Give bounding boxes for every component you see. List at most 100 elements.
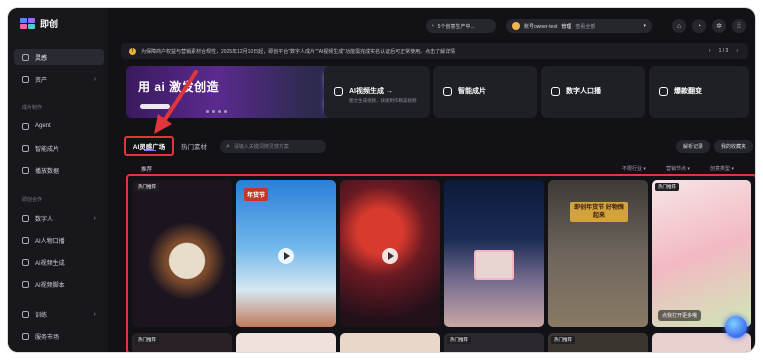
task-progress-button[interactable]: ‹ 5个创意生产中... — [426, 19, 496, 33]
assistant-icon[interactable] — [725, 316, 747, 338]
sidebar-item-label: AI视频脚本 — [35, 282, 65, 289]
gallery-tile[interactable]: 热门推荐 — [548, 333, 648, 352]
gallery-tile[interactable]: 即创年货节 好物囤起来 — [548, 180, 648, 327]
sidebar-section-production: 成片制作 — [22, 105, 43, 111]
gallery-tile[interactable]: 热门推荐 — [132, 333, 232, 352]
sidebar: 即创 灵感 资产 › 成片制作 Agent 智能成片 播放数据 即创合作 数字人 — [8, 8, 108, 352]
warning-icon: ! — [129, 47, 136, 55]
hot-badge: 热门推荐 — [135, 336, 159, 344]
chevron-right-icon[interactable]: › — [736, 48, 738, 54]
shop-icon[interactable]: ⌂ — [672, 19, 686, 33]
play-icon[interactable] — [278, 248, 294, 265]
banner-pagination — [206, 110, 227, 113]
sidebar-item-assets[interactable]: 资产 › — [14, 71, 104, 87]
card-ai-video[interactable]: AI视频生成 → 图文生成视频，快速制作精美视频 — [324, 66, 430, 118]
gallery-tile[interactable] — [236, 333, 336, 352]
gallery-tile[interactable]: 年货节 — [236, 180, 336, 327]
sidebar-item-ai-voice[interactable]: AI人物口播 — [14, 232, 104, 248]
sidebar-item-smart-film[interactable]: 智能成片 — [14, 140, 104, 156]
notice-page-count: 1 / 3 — [718, 48, 729, 54]
tab-hot-assets[interactable]: 热门素材 — [181, 141, 207, 151]
card-digital-human[interactable]: 数字人口播 — [541, 66, 645, 118]
account-name: 账号owner-test — [524, 23, 558, 30]
sidebar-item-label: 资产 — [35, 77, 48, 84]
card-smart-film[interactable]: 智能成片 — [433, 66, 537, 118]
card-sub: 图文生成视频，快速制作精美视频 — [349, 98, 417, 103]
card-remix[interactable]: 爆款翻变 — [649, 66, 749, 118]
person-icon — [22, 214, 29, 222]
graduation-icon — [22, 310, 29, 318]
sidebar-item-label: 服务市场 — [35, 334, 60, 341]
sidebar-item-ai-video[interactable]: AI视频生成 — [14, 254, 104, 270]
card-label: AI视频生成 → — [349, 88, 393, 95]
annotation-arrow — [154, 70, 198, 134]
tab-ai-inspiration[interactable]: AI灵感广场 — [124, 136, 174, 156]
sidebar-item-label: AI人物口播 — [35, 238, 65, 245]
notice-banner[interactable]: ! 为保障商户权益与营销素材合规性，2025年12月10日起，即创平台"数字人成… — [121, 43, 748, 59]
logo-icon — [20, 17, 36, 30]
hot-badge: 热门推荐 — [655, 183, 679, 191]
sidebar-item-label: 训练 — [35, 312, 48, 319]
sidebar-item-training[interactable]: 训练 › — [14, 306, 104, 322]
chevron-down-icon: ▾ — [643, 23, 646, 29]
bell-icon[interactable]: ◔ — [692, 19, 706, 33]
history-button[interactable]: 解析记录 — [676, 140, 711, 153]
script-icon — [22, 280, 29, 288]
bulb-icon — [22, 53, 29, 61]
sidebar-item-inspiration[interactable]: 灵感 — [14, 49, 104, 65]
chevron-left-icon[interactable]: ‹ — [709, 48, 711, 54]
chevron-right-icon: › — [93, 310, 96, 318]
gallery-tile[interactable] — [340, 180, 440, 327]
gallery-tile[interactable] — [444, 180, 544, 327]
account-switcher[interactable]: 账号owner-test 管理 查看全部 ▾ — [506, 19, 652, 33]
search-input[interactable]: ⌕ 请输入关键词搜灵感方案 — [220, 140, 326, 153]
favorites-button[interactable]: 我的收藏夹 — [714, 140, 754, 153]
video-icon — [22, 258, 29, 266]
task-progress-label: 5个创意生产中... — [437, 23, 475, 30]
film-icon — [22, 144, 29, 152]
logo-text: 即创 — [40, 19, 59, 29]
gallery-tile[interactable]: 热门推荐 — [444, 333, 544, 352]
chevron-right-icon: › — [93, 214, 96, 222]
sidebar-item-label: 播放数据 — [35, 168, 60, 175]
avatar-icon — [551, 86, 560, 96]
play-icon[interactable] — [382, 248, 398, 265]
search-placeholder: 请输入关键词搜灵感方案 — [233, 144, 289, 150]
card-label: 智能成片 — [458, 88, 486, 95]
chevron-right-icon: › — [93, 75, 96, 83]
search-icon: ⌕ — [226, 142, 230, 150]
sidebar-item-label: 灵感 — [35, 55, 48, 62]
sidebar-item-label: AI视频生成 — [35, 260, 65, 267]
card-label: 数字人口播 — [566, 88, 601, 95]
sidebar-item-agent[interactable]: Agent — [14, 118, 104, 134]
app-logo[interactable]: 即创 — [20, 17, 58, 30]
sidebar-item-market[interactable]: 服务市场 — [14, 328, 104, 344]
sidebar-item-play-data[interactable]: 播放数据 — [14, 162, 104, 178]
gear-icon[interactable]: ✲ — [712, 19, 726, 33]
filter-industry[interactable]: 不限行业 ▾ — [622, 165, 646, 172]
gallery-tile[interactable]: 热门推荐 — [132, 180, 232, 327]
apps-icon[interactable]: ⁞⁞ — [732, 19, 746, 33]
sidebar-item-digital-human[interactable]: 数字人 › — [14, 210, 104, 226]
filter-label: 营销节点 — [666, 166, 687, 172]
hot-badge: 热门推荐 — [135, 183, 159, 191]
filter-recommend[interactable]: 推荐 — [141, 165, 152, 173]
notice-pager: ‹ 1 / 3 › — [709, 48, 738, 54]
film-icon — [443, 86, 452, 96]
tile-note: 点我打开更多哦 — [658, 310, 702, 321]
tile-caption: 年货节 — [244, 188, 269, 201]
gallery-tile[interactable] — [340, 333, 440, 352]
refresh-icon — [659, 86, 668, 96]
sidebar-item-label: 数字人 — [35, 216, 54, 223]
gallery-tile[interactable]: 热门推荐 点我打开更多哦 — [652, 180, 751, 327]
folder-icon — [22, 75, 29, 83]
inspiration-gallery: 热门推荐 年货节 即创年货节 好物囤起来 热门推荐 点我打开更多哦 热门推荐 热… — [126, 174, 755, 352]
sidebar-item-label: 智能成片 — [35, 146, 60, 153]
store-icon — [22, 332, 29, 340]
account-role: 管理 — [561, 23, 572, 30]
filter-type[interactable]: 创意类型 ▾ — [710, 165, 734, 172]
filter-holiday[interactable]: 营销节点 ▾ — [666, 165, 690, 172]
sidebar-item-ai-script[interactable]: AI视频脚本 — [14, 276, 104, 292]
card-label: 爆款翻变 — [674, 88, 702, 95]
chart-icon — [22, 166, 29, 174]
